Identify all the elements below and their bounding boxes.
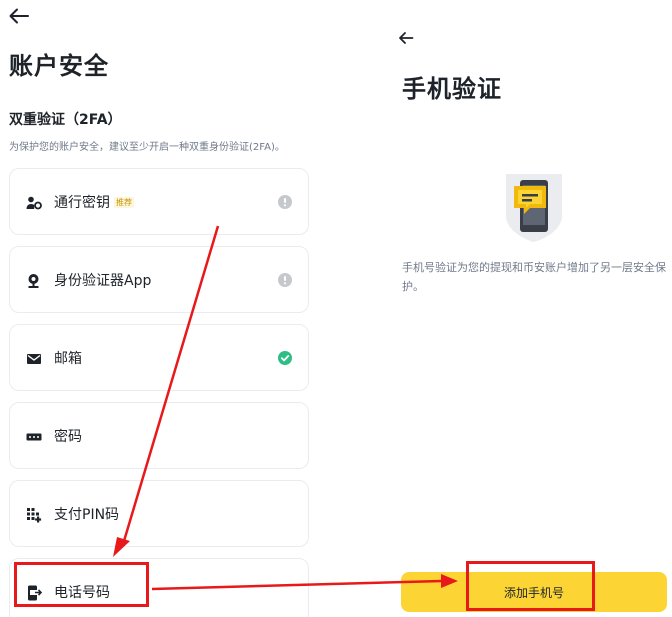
password-icon: [26, 429, 42, 445]
option-label: 身份验证器App: [54, 273, 152, 289]
option-label: 通行密钥 推荐: [54, 195, 134, 211]
page-title: 账户安全: [9, 52, 109, 80]
option-label: 邮箱: [54, 351, 82, 367]
option-email[interactable]: 邮箱: [9, 324, 309, 391]
phone-verification-screen: 手机验证 手机号验证为您的提现和币安账户增加了另一层安全保护。 添加手机号: [388, 0, 672, 617]
passkey-icon: [26, 195, 42, 211]
back-arrow-icon[interactable]: [398, 31, 420, 49]
option-authenticator-app[interactable]: 身份验证器App: [9, 246, 309, 313]
option-label: 支付PIN码: [54, 507, 120, 523]
warning-icon: [278, 273, 292, 287]
option-passkey[interactable]: 通行密钥 推荐: [9, 168, 309, 235]
option-label: 密码: [54, 429, 82, 445]
page-title: 手机验证: [402, 75, 502, 103]
warning-icon: [278, 195, 292, 209]
authenticator-icon: [26, 273, 42, 289]
phone-message-illustration: [502, 170, 566, 244]
option-payment-pin[interactable]: 支付PIN码: [9, 480, 309, 547]
section-description: 为保护您的账户安全，建议至少开启一种双重身份验证(2FA)。: [9, 142, 285, 153]
section-title: 双重验证（2FA）: [9, 112, 122, 128]
mail-icon: [26, 351, 42, 367]
account-security-screen: 账户安全 双重验证（2FA） 为保护您的账户安全，建议至少开启一种双重身份验证(…: [0, 0, 320, 617]
phone-verification-description: 手机号验证为您的提现和币安账户增加了另一层安全保护。: [402, 261, 666, 293]
option-phone-number[interactable]: 电话号码: [9, 558, 309, 617]
recommended-badge: 推荐: [114, 197, 134, 208]
pin-grid-icon: [26, 507, 42, 523]
button-label: 添加手机号: [503, 586, 564, 600]
check-circle-icon: [278, 351, 292, 365]
add-phone-number-button[interactable]: 添加手机号: [401, 572, 667, 612]
phone-icon: [26, 585, 42, 601]
option-password[interactable]: 密码: [9, 402, 309, 469]
option-label: 电话号码: [54, 585, 110, 601]
back-arrow-icon[interactable]: [8, 7, 30, 25]
